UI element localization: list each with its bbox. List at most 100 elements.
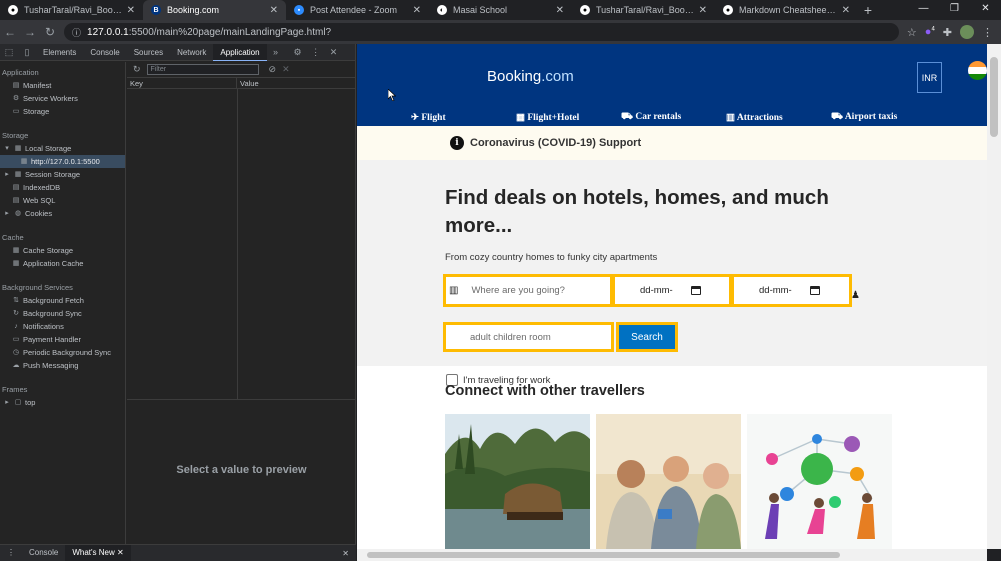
sidebar-item-cookies[interactable]: ▸ ◍ Cookies: [0, 207, 125, 220]
close-tab-icon[interactable]: ✕: [556, 5, 564, 16]
frame-icon: ▢: [14, 398, 22, 406]
sidebar-item-payment-handler[interactable]: ▭ Payment Handler: [0, 333, 125, 346]
nav-attractions[interactable]: ▥ Attractions: [726, 112, 783, 123]
close-tab-icon[interactable]: ✕: [270, 5, 278, 16]
collapsed-arrow-icon[interactable]: ▸: [3, 171, 11, 179]
browser-tab-3[interactable]: ▪ Post Attendee - Zoom ✕: [286, 0, 429, 20]
sidebar-item-push-messaging[interactable]: ☁ Push Messaging: [0, 359, 125, 372]
nav-flight-hotel[interactable]: ▦ Flight+Hotel: [516, 112, 579, 123]
kebab-menu-icon[interactable]: ⋮: [307, 47, 325, 58]
close-tab-icon[interactable]: ✕: [842, 5, 850, 16]
checkin-date-input[interactable]: dd-mm-: [612, 274, 732, 307]
sidebar-item-background-sync[interactable]: ↻ Background Sync: [0, 307, 125, 320]
drawer-tab-whats-new[interactable]: What's New ✕: [65, 545, 131, 561]
tab-network[interactable]: Network: [170, 44, 213, 61]
horizontal-scrollbar[interactable]: [357, 549, 987, 561]
sidebar-item-periodic-sync[interactable]: ◷ Periodic Background Sync: [0, 346, 125, 359]
vertical-scrollbar[interactable]: [987, 44, 1001, 549]
drawer-tab-console[interactable]: Console: [22, 545, 65, 561]
filter-input[interactable]: Filter: [146, 64, 259, 75]
settings-gear-icon[interactable]: ⚙: [289, 47, 307, 58]
browser-tab-2[interactable]: B Booking.com ✕: [143, 0, 286, 20]
puzzle-icon[interactable]: ✚: [943, 26, 952, 39]
sidebar-item-web-sql[interactable]: ▤ Web SQL: [0, 194, 125, 207]
refresh-icon[interactable]: ↻: [133, 64, 141, 75]
collapsed-arrow-icon[interactable]: ▸: [3, 399, 11, 407]
network-illustration[interactable]: [747, 414, 892, 549]
sidebar-item-application-cache[interactable]: ▦ Application Cache: [0, 257, 125, 270]
close-window-button[interactable]: ✕: [970, 0, 1001, 20]
scroll-thumb[interactable]: [367, 552, 840, 558]
sidebar-item-manifest[interactable]: ▤ Manifest: [0, 79, 125, 92]
menu-icon[interactable]: ⋮: [982, 26, 993, 39]
url-input[interactable]: ⓘ 127.0.0.1 :5500/main%20page/mainLandin…: [64, 23, 899, 41]
more-tabs-icon[interactable]: »: [267, 47, 285, 57]
close-tab-icon[interactable]: ✕: [127, 5, 135, 16]
forward-icon[interactable]: →: [20, 25, 40, 39]
booking-logo[interactable]: Booking.com: [487, 68, 574, 85]
sidebar-item-notifications[interactable]: ♪ Notifications: [0, 320, 125, 333]
bookmark-star-icon[interactable]: ☆: [907, 26, 917, 39]
reload-icon[interactable]: ↻: [40, 25, 60, 39]
tab-application[interactable]: Application: [213, 43, 267, 61]
back-icon[interactable]: ←: [0, 25, 20, 39]
close-drawer-icon[interactable]: ✕: [342, 549, 356, 558]
sidebar-item-local-origin[interactable]: ▦ http://127.0.0.1:5500: [0, 155, 125, 168]
sidebar-item-cache-storage[interactable]: ▦ Cache Storage: [0, 244, 125, 257]
close-devtools-icon[interactable]: ✕: [325, 47, 343, 58]
profile-avatar[interactable]: [960, 25, 974, 39]
column-key[interactable]: Key: [127, 78, 237, 88]
calendar-icon[interactable]: [690, 286, 701, 295]
sidebar-item-label: Web SQL: [23, 196, 56, 205]
browser-tab-1[interactable]: ● TusharTaral/Ravi_Booking.com ✕: [0, 0, 143, 20]
tab-elements[interactable]: Elements: [36, 44, 83, 61]
nav-airport-taxis[interactable]: ⛟ Airport taxis: [831, 112, 897, 123]
new-tab-button[interactable]: +: [858, 2, 878, 18]
drawer-menu-icon[interactable]: ⋮: [0, 545, 22, 561]
search-button[interactable]: Search: [616, 322, 678, 352]
sidebar-item-local-storage[interactable]: ▾ ▦ Local Storage: [0, 142, 125, 155]
inspect-icon[interactable]: ⬚: [0, 47, 18, 58]
houseboat-image[interactable]: [445, 414, 590, 549]
destination-field[interactable]: ▥ Where are you going?: [443, 274, 613, 307]
site-info-icon[interactable]: ⓘ: [72, 26, 81, 39]
nav-car-rentals[interactable]: ⛟ Car rentals: [621, 112, 681, 123]
close-tab-icon[interactable]: ✕: [413, 5, 421, 16]
sidebar-item-label: Service Workers: [23, 94, 78, 103]
sidebar-item-session-storage[interactable]: ▸ ▦ Session Storage: [0, 168, 125, 181]
friends-image[interactable]: [596, 414, 741, 549]
sidebar-item-background-fetch[interactable]: ⇅ Background Fetch: [0, 294, 125, 307]
minimize-button[interactable]: —: [908, 0, 939, 20]
info-icon: i: [450, 136, 464, 150]
nav-flight[interactable]: ✈ Flight: [411, 112, 446, 123]
mouse-cursor-icon: [388, 89, 396, 101]
sidebar-item-indexeddb[interactable]: ▤ IndexedDB: [0, 181, 125, 194]
bed-icon: ▥: [449, 285, 459, 296]
covid-banner[interactable]: i Coronavirus (COVID-19) Support: [357, 126, 987, 160]
tab-sources[interactable]: Sources: [127, 44, 170, 61]
devtools-panel: ⬚ ▯ Elements Console Sources Network App…: [0, 43, 356, 561]
extension-icon[interactable]: ●4: [925, 26, 935, 38]
checkout-date-input[interactable]: dd-mm-: [731, 274, 852, 307]
india-flag-icon[interactable]: [968, 61, 987, 80]
close-tab-icon[interactable]: ✕: [699, 5, 707, 16]
expanded-arrow-icon[interactable]: ▾: [3, 145, 11, 153]
scroll-thumb[interactable]: [990, 57, 998, 137]
calendar-icon[interactable]: [809, 286, 820, 295]
clear-all-icon[interactable]: ⊘: [269, 64, 277, 75]
browser-tab-6[interactable]: ● Markdown Cheatsheet - adam-p ✕: [715, 0, 858, 20]
currency-button[interactable]: INR: [917, 62, 942, 93]
delete-selected-icon[interactable]: ✕: [282, 64, 290, 75]
browser-tab-5[interactable]: ● TusharTaral/Ravi_Booking.com ✕: [572, 0, 715, 20]
device-toggle-icon[interactable]: ▯: [18, 47, 36, 58]
tab-console[interactable]: Console: [83, 44, 126, 61]
storage-table-body[interactable]: [127, 89, 356, 400]
browser-tab-4[interactable]: ◐ Masai School ✕: [429, 0, 572, 20]
maximize-button[interactable]: ❐: [939, 0, 970, 20]
sidebar-item-frame-top[interactable]: ▸ ▢ top: [0, 396, 125, 409]
collapsed-arrow-icon[interactable]: ▸: [3, 210, 11, 218]
sidebar-item-service-workers[interactable]: ⚙ Service Workers: [0, 92, 125, 105]
guests-input[interactable]: adult children room: [443, 322, 614, 352]
column-value[interactable]: Value: [237, 78, 259, 88]
sidebar-item-storage[interactable]: ▭ Storage: [0, 105, 125, 118]
